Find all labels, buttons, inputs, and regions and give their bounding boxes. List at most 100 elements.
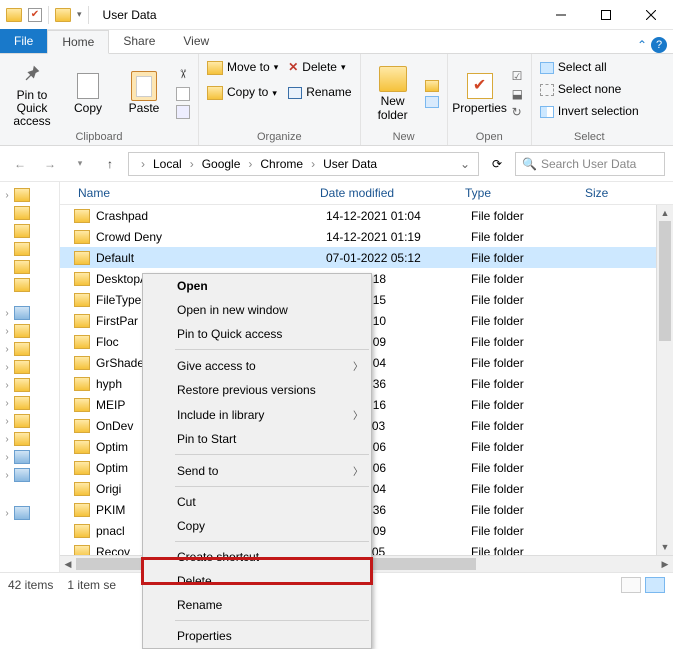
scroll-down-icon[interactable]: ▼ — [657, 539, 673, 555]
ctx-restore-versions[interactable]: Restore previous versions — [143, 378, 371, 402]
scroll-left-icon[interactable]: ◀ — [60, 556, 76, 572]
column-date[interactable]: Date modified — [320, 186, 465, 200]
table-row[interactable]: Crashpad14-12-2021 01:04File folder — [60, 205, 673, 226]
tab-file[interactable]: File — [0, 29, 47, 53]
vertical-scrollbar[interactable]: ▲ ▼ — [656, 205, 673, 555]
scroll-right-icon[interactable]: ▶ — [657, 556, 673, 572]
folder-icon — [74, 314, 90, 328]
column-type[interactable]: Type — [465, 186, 585, 200]
file-type: File folder — [471, 440, 591, 454]
forward-button[interactable]: → — [38, 152, 62, 176]
crumb-local[interactable]: Local — [149, 157, 186, 171]
recent-dropdown[interactable]: ▾ — [68, 152, 92, 176]
properties-button[interactable]: ✔ Properties — [456, 72, 504, 115]
copy-to-button[interactable]: Copy to ▾ — [207, 83, 278, 102]
view-details-button[interactable] — [621, 577, 641, 593]
network-icon — [14, 506, 30, 520]
folder-icon — [14, 342, 30, 356]
pin-quick-access-button[interactable]: Pin to Quick access — [8, 59, 56, 129]
pc-icon — [14, 306, 30, 320]
status-selected: 1 item se — [67, 578, 116, 592]
ctx-open[interactable]: Open — [143, 274, 371, 298]
move-to-button[interactable]: Move to ▾ — [207, 58, 278, 77]
close-button[interactable] — [628, 0, 673, 30]
help-icon[interactable]: ? — [651, 37, 667, 53]
qat-properties-button[interactable]: ✔ — [28, 8, 42, 22]
rename-ribbon-button[interactable]: Rename — [288, 83, 351, 102]
folder-icon — [74, 524, 90, 538]
ctx-pin-quick-access[interactable]: Pin to Quick access — [143, 322, 371, 346]
chevron-right-icon[interactable]: › — [246, 157, 254, 171]
history-icon[interactable]: ↻ — [512, 105, 523, 119]
tab-view[interactable]: View — [169, 29, 223, 53]
folder-icon — [74, 545, 90, 556]
new-item-icon[interactable] — [425, 80, 439, 92]
crumb-userdata[interactable]: User Data — [319, 157, 381, 171]
copy-button[interactable]: Copy — [64, 72, 112, 115]
back-button[interactable]: ← — [8, 152, 32, 176]
ctx-cut[interactable]: Cut — [143, 490, 371, 514]
table-row[interactable]: Crowd Deny14-12-2021 01:19File folder — [60, 226, 673, 247]
select-none-button[interactable]: Select none — [540, 80, 621, 99]
ctx-rename[interactable]: Rename — [143, 593, 371, 617]
crumb-chrome[interactable]: Chrome — [256, 157, 307, 171]
file-type: File folder — [471, 209, 591, 223]
properties-icon: ✔ — [466, 72, 494, 100]
group-label-organize: Organize — [207, 129, 352, 143]
folder-icon — [74, 272, 90, 286]
ctx-properties[interactable]: Properties — [143, 624, 371, 648]
tab-home[interactable]: Home — [47, 30, 109, 54]
edit-icon[interactable]: ⬓ — [512, 87, 523, 101]
new-folder-button[interactable]: New folder — [369, 65, 417, 121]
address-dropdown[interactable]: ⌄ — [456, 157, 474, 171]
ctx-send-to[interactable]: Send to〉 — [143, 458, 371, 483]
maximize-button[interactable] — [583, 0, 628, 30]
qat-dropdown[interactable]: ▾ — [77, 9, 82, 20]
paste-shortcut-icon[interactable] — [176, 105, 190, 119]
ctx-include-library[interactable]: Include in library〉 — [143, 402, 371, 427]
refresh-button[interactable]: ⟳ — [485, 152, 509, 176]
column-headers: Name Date modified Type Size — [60, 182, 673, 205]
menu-separator — [175, 349, 369, 350]
tab-share[interactable]: Share — [109, 29, 169, 53]
ctx-copy[interactable]: Copy — [143, 514, 371, 538]
scroll-up-icon[interactable]: ▲ — [657, 205, 673, 221]
chevron-right-icon[interactable]: › — [188, 157, 196, 171]
table-row[interactable]: Default07-01-2022 05:12File folder — [60, 247, 673, 268]
file-type: File folder — [471, 482, 591, 496]
copy-path-icon[interactable] — [176, 87, 190, 101]
up-button[interactable]: ↑ — [98, 152, 122, 176]
chevron-right-icon[interactable]: › — [139, 157, 147, 171]
easy-access-icon[interactable] — [425, 96, 439, 108]
chevron-right-icon[interactable]: › — [309, 157, 317, 171]
file-type: File folder — [471, 524, 591, 538]
ctx-create-shortcut[interactable]: Create shortcut — [143, 545, 371, 569]
folder-icon — [74, 251, 90, 265]
invert-selection-button[interactable]: Invert selection — [540, 102, 639, 121]
ribbon-collapse-icon[interactable]: ⌃ — [637, 38, 647, 52]
ctx-open-new-window[interactable]: Open in new window — [143, 298, 371, 322]
delete-button[interactable]: ✕Delete ▾ — [288, 58, 351, 77]
crumb-google[interactable]: Google — [198, 157, 245, 171]
cut-icon[interactable]: ✂ — [176, 69, 190, 83]
open-icon[interactable]: ☑ — [512, 69, 523, 83]
navigation-pane[interactable]: › › › › › › › › › › › › — [0, 182, 60, 572]
folder-icon — [74, 440, 90, 454]
select-all-button[interactable]: Select all — [540, 58, 607, 77]
folder-icon — [74, 356, 90, 370]
ctx-give-access[interactable]: Give access to〉 — [143, 353, 371, 378]
file-type: File folder — [471, 419, 591, 433]
file-type: File folder — [471, 377, 591, 391]
folder-icon — [74, 293, 90, 307]
search-input[interactable]: 🔍 Search User Data — [515, 152, 665, 176]
column-name[interactable]: Name — [60, 186, 320, 200]
ctx-delete[interactable]: Delete — [143, 569, 371, 593]
address-bar[interactable]: › Local › Google › Chrome › User Data ⌄ — [128, 152, 479, 176]
ctx-pin-start[interactable]: Pin to Start — [143, 427, 371, 451]
column-size[interactable]: Size — [585, 186, 635, 200]
scroll-thumb[interactable] — [659, 221, 671, 341]
minimize-button[interactable] — [538, 0, 583, 30]
paste-button[interactable]: Paste — [120, 72, 168, 115]
view-large-button[interactable] — [645, 577, 665, 593]
status-item-count: 42 items — [8, 578, 53, 592]
